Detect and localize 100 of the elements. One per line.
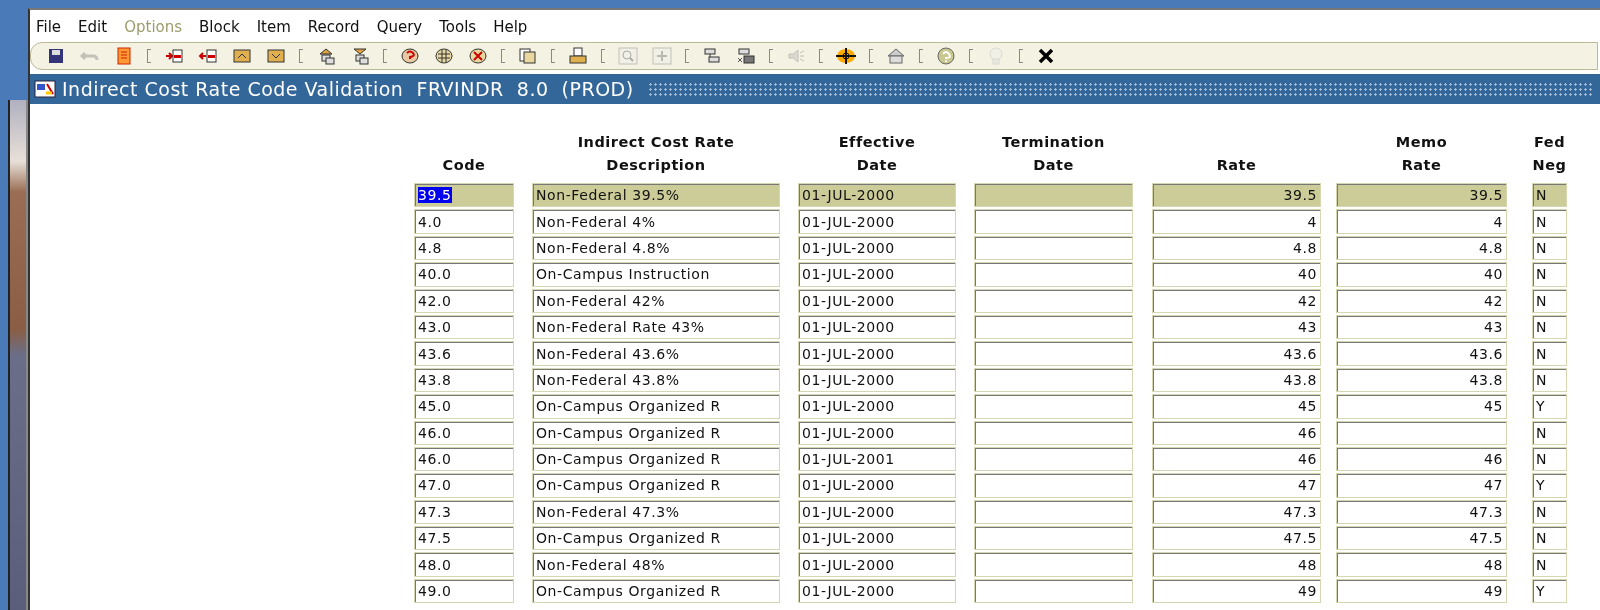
rate-field[interactable]: 40 <box>1152 262 1321 287</box>
date-field[interactable] <box>974 552 1133 577</box>
description-field[interactable]: Non-Federal 43.8% <box>532 367 780 393</box>
rate-field[interactable]: 42 <box>1152 288 1321 313</box>
rate-field[interactable]: 46 <box>1152 446 1321 472</box>
rate-field[interactable] <box>1336 420 1507 445</box>
fed-neg-field[interactable]: N <box>1532 552 1567 577</box>
date-field[interactable] <box>974 314 1133 340</box>
description-field[interactable]: Non-Federal 48% <box>532 552 780 577</box>
menu-item[interactable]: Query <box>376 18 423 36</box>
rate-field[interactable]: 43.6 <box>1152 341 1321 366</box>
menu-item[interactable]: File <box>36 18 62 36</box>
date-field[interactable] <box>974 262 1133 287</box>
date-field[interactable] <box>974 499 1133 525</box>
date-field[interactable]: 01-JUL-2001 <box>798 446 956 472</box>
rate-field[interactable]: 43 <box>1152 314 1321 340</box>
code-field[interactable]: 45.0 <box>414 394 514 419</box>
date-field[interactable] <box>974 235 1133 261</box>
date-field[interactable] <box>974 446 1133 472</box>
menu-item[interactable]: Edit <box>78 18 108 36</box>
menu-item[interactable]: Block <box>199 18 240 36</box>
fed-neg-field[interactable]: N <box>1532 183 1567 208</box>
date-field[interactable]: 01-JUL-2000 <box>798 341 956 366</box>
toolbar-button[interactable] <box>735 46 757 66</box>
description-field[interactable]: On-Campus Organized R <box>532 473 780 498</box>
toolbar-button[interactable] <box>399 46 421 66</box>
rate-field[interactable]: 43 <box>1336 314 1507 340</box>
menu-item[interactable]: Record <box>307 18 360 36</box>
code-field[interactable]: 43.6 <box>414 341 514 366</box>
toolbar-button[interactable] <box>433 46 455 66</box>
fed-neg-field[interactable]: N <box>1532 446 1567 472</box>
description-field[interactable]: On-Campus Organized R <box>532 578 780 604</box>
code-field[interactable]: 4.8 <box>414 235 514 261</box>
code-field[interactable]: 47.5 <box>414 526 514 551</box>
date-field[interactable]: 01-JUL-2000 <box>798 288 956 313</box>
description-field[interactable]: Non-Federal 47.3% <box>532 499 780 525</box>
rate-field[interactable]: 47 <box>1152 473 1321 498</box>
fed-neg-field[interactable]: N <box>1532 314 1567 340</box>
rate-field[interactable]: 4 <box>1336 209 1507 234</box>
code-field[interactable]: 43.0 <box>414 314 514 340</box>
description-field[interactable]: Non-Federal 43.6% <box>532 341 780 366</box>
rate-field[interactable]: 4 <box>1152 209 1321 234</box>
fed-neg-field[interactable]: N <box>1532 262 1567 287</box>
description-field[interactable]: On-Campus Organized R <box>532 394 780 419</box>
toolbar-button[interactable] <box>467 46 489 66</box>
fed-neg-field[interactable]: N <box>1532 235 1567 261</box>
date-field[interactable] <box>974 420 1133 445</box>
rate-field[interactable]: 47.3 <box>1336 499 1507 525</box>
description-field[interactable]: On-Campus Organized R <box>532 446 780 472</box>
date-field[interactable]: 01-JUL-2000 <box>798 209 956 234</box>
date-field[interactable]: 01-JUL-2000 <box>798 235 956 261</box>
description-field[interactable]: On-Campus Organized R <box>532 526 780 551</box>
rate-field[interactable]: 39.5 <box>1152 183 1321 208</box>
description-field[interactable]: Non-Federal 42% <box>532 288 780 313</box>
code-field[interactable]: 46.0 <box>414 446 514 472</box>
date-field[interactable]: 01-JUL-2000 <box>798 552 956 577</box>
fed-neg-field[interactable]: Y <box>1532 394 1567 419</box>
rate-field[interactable]: 40 <box>1336 262 1507 287</box>
date-field[interactable] <box>974 473 1133 498</box>
rate-field[interactable]: 47.5 <box>1336 526 1507 551</box>
rate-field[interactable]: 49 <box>1152 578 1321 604</box>
fed-neg-field[interactable]: N <box>1532 420 1567 445</box>
code-field[interactable]: 47.0 <box>414 473 514 498</box>
rate-field[interactable]: 45 <box>1152 394 1321 419</box>
date-field[interactable] <box>974 367 1133 393</box>
code-field[interactable]: 47.3 <box>414 499 514 525</box>
fed-neg-field[interactable]: N <box>1532 209 1567 234</box>
date-field[interactable] <box>974 288 1133 313</box>
toolbar-button[interactable] <box>265 46 287 66</box>
date-field[interactable]: 01-JUL-2000 <box>798 394 956 419</box>
code-field[interactable]: 40.0 <box>414 262 514 287</box>
date-field[interactable]: 01-JUL-2000 <box>798 314 956 340</box>
rate-field[interactable]: 45 <box>1336 394 1507 419</box>
code-field[interactable]: 43.8 <box>414 367 514 393</box>
date-field[interactable]: 01-JUL-2000 <box>798 367 956 393</box>
fed-neg-field[interactable]: N <box>1532 526 1567 551</box>
code-field[interactable]: 39.5 <box>414 183 514 208</box>
description-field[interactable]: Non-Federal 4.8% <box>532 235 780 261</box>
date-field[interactable]: 01-JUL-2000 <box>798 473 956 498</box>
rate-field[interactable]: 4.8 <box>1336 235 1507 261</box>
fed-neg-field[interactable]: N <box>1532 341 1567 366</box>
rate-field[interactable]: 46 <box>1152 420 1321 445</box>
rate-field[interactable]: 43.8 <box>1336 367 1507 393</box>
date-field[interactable] <box>974 183 1133 208</box>
date-field[interactable] <box>974 526 1133 551</box>
date-field[interactable]: 01-JUL-2000 <box>798 499 956 525</box>
description-field[interactable]: On-Campus Organized R <box>532 420 780 445</box>
description-field[interactable]: Non-Federal 39.5% <box>532 183 780 208</box>
fed-neg-field[interactable]: N <box>1532 367 1567 393</box>
date-field[interactable]: 01-JUL-2000 <box>798 262 956 287</box>
menu-item[interactable]: Tools <box>439 18 477 36</box>
date-field[interactable]: 01-JUL-2000 <box>798 183 956 208</box>
code-field[interactable]: 48.0 <box>414 552 514 577</box>
code-field[interactable]: 42.0 <box>414 288 514 313</box>
rate-field[interactable]: 49 <box>1336 578 1507 604</box>
menu-item[interactable]: Item <box>256 18 291 36</box>
rate-field[interactable]: 39.5 <box>1336 183 1507 208</box>
rate-field[interactable]: 4.8 <box>1152 235 1321 261</box>
rate-field[interactable]: 47.3 <box>1152 499 1321 525</box>
fed-neg-field[interactable]: N <box>1532 288 1567 313</box>
